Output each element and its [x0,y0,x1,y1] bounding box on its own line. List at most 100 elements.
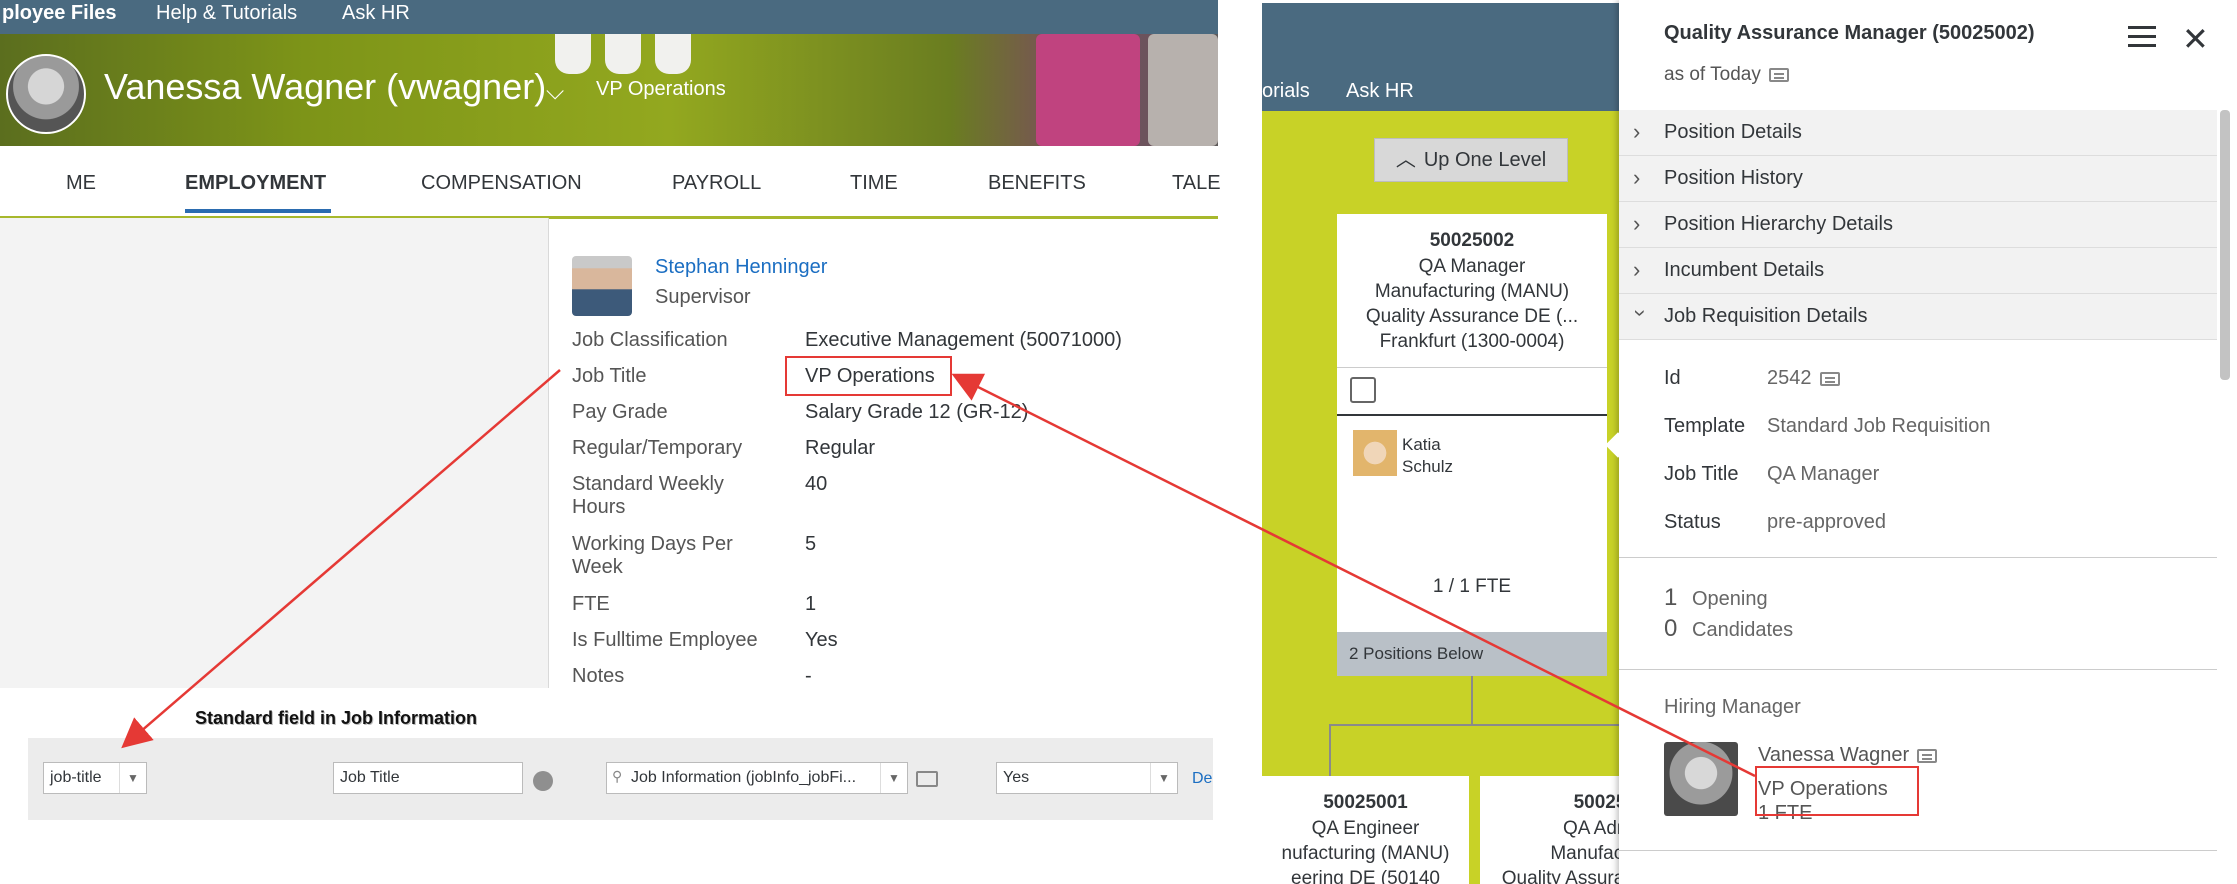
requisition-key: Status [1664,511,1721,533]
position-location: Frankfurt (1300-0004) [1379,331,1565,352]
hiring-manager-name[interactable]: Vanessa Wagner [1758,744,1938,767]
chevron-down-icon: ▼ [119,763,146,793]
requisition-id-value: 2542 [1767,367,1812,389]
nav-ask-hr[interactable]: Ask HR [342,2,410,25]
section-position-history[interactable]: › Position History [1619,156,2217,202]
tree-connector [1329,724,1629,726]
field-id-select[interactable]: job-title ▼ [43,762,147,794]
hiring-manager-label: Hiring Manager [1664,696,1801,718]
requisition-value: QA Manager [1767,463,1880,485]
position-code: 50025002 [1429,230,1515,251]
header-decoration [605,34,641,74]
tab-payroll[interactable]: PAYROLL [672,172,761,195]
position-department: nufacturing (MANU) [1281,843,1450,864]
field-label: Regular/Temporary [572,437,743,459]
incumbent-avatar[interactable] [1353,430,1397,476]
chevron-down-icon: ▼ [1150,763,1177,793]
hiring-manager-avatar[interactable] [1664,742,1738,816]
requisition-key: Template [1664,415,1746,437]
globe-icon[interactable] [533,771,553,791]
section-position-details[interactable]: › Position Details [1619,110,2217,156]
highlight-box [1755,766,1919,816]
job-requisition-icon[interactable] [1350,377,1376,403]
profile-job-title: VP Operations [596,78,726,100]
header-decoration [1148,34,1218,146]
enabled-value: Yes [1003,769,1030,786]
tab-compensation[interactable]: COMPENSATION [421,172,582,195]
field-value: Yes [805,629,838,651]
tab-employment[interactable]: EMPLOYMENT [185,172,326,195]
positions-below-label: 2 Positions Below [1349,644,1484,663]
up-one-level-button[interactable]: ︿ Up One Level [1374,138,1568,182]
profile-avatar[interactable] [6,54,86,134]
section-job-requisition[interactable]: › Job Requisition Details [1619,294,2217,340]
nav-help-tutorials[interactable]: Help & Tutorials [156,2,297,25]
section-position-hierarchy[interactable]: › Position Hierarchy Details [1619,202,2217,248]
section-label: Job Requisition Details [1664,305,1868,327]
child-position-card[interactable]: 50025001 QA Engineer nufacturing (MANU) … [1262,776,1469,884]
field-label: Pay Grade [572,401,668,423]
position-title: QA Manager [1418,256,1526,277]
position-department: Manufacturing (MANU) [1374,281,1570,302]
panel-title: Quality Assurance Manager (50025002) [1664,22,2035,44]
supervisor-avatar[interactable] [572,256,632,316]
contact-card-icon[interactable] [1917,748,1938,763]
profile-tabs: ME EMPLOYMENT COMPENSATION PAYROLL TIME … [0,146,1221,219]
chevron-right-icon: › [1633,165,1641,190]
search-icon: ⚲ [612,768,623,784]
field-value: Executive Management (50071000) [805,329,1122,351]
tab-time[interactable]: TIME [850,172,898,195]
divider [1619,850,2217,851]
chevron-down-icon[interactable]: ⌵ [546,78,564,106]
tab-talent[interactable]: TALE [1172,172,1221,195]
field-value: - [805,665,812,687]
details-card-icon[interactable] [916,771,938,787]
candidates-count: 0 [1664,615,1678,642]
details-card-icon[interactable] [1819,371,1840,386]
field-value: 5 [805,533,817,555]
active-tab-indicator [185,209,331,213]
incumbent-last-name: Schulz [1402,457,1454,476]
incumbent-first-name: Katia [1402,435,1441,454]
field-label: Is Fulltime Employee [572,629,758,651]
section-incumbent-details[interactable]: › Incumbent Details [1619,248,2217,294]
nav-help-tutorials[interactable]: orials [1262,80,1310,103]
field-label-input[interactable]: Job Title [333,762,523,794]
source-select[interactable]: ⚲ Job Information (jobInfo_jobFi... ▼ [606,762,908,794]
tab-me[interactable]: ME [66,172,96,195]
tab-benefits[interactable]: BENEFITS [988,172,1086,195]
position-division: Quality Assurance DE (... [1365,306,1579,327]
org-chart-topbar [1262,3,1622,111]
section-label: Position Hierarchy Details [1664,213,1893,235]
positions-below-link[interactable]: 2 Positions Below [1337,632,1607,676]
hiring-manager-name-text: Vanessa Wagner [1758,744,1910,766]
requisition-key: Id [1664,367,1681,389]
field-label: FTE [572,593,610,615]
scrollbar[interactable] [2220,110,2230,380]
field-label: Working Days Per Week [572,533,733,578]
chevron-right-icon: › [1633,119,1641,144]
section-label: Incumbent Details [1664,259,1825,281]
candidates-label: Candidates [1692,619,1794,641]
annotation-label: Standard field in Job Information [195,708,478,728]
openings-label: Opening [1692,588,1768,610]
close-icon[interactable]: ✕ [2182,20,2209,58]
requisition-key: Job Title [1664,463,1739,485]
section-label: Position Details [1664,121,1802,143]
field-value: 1 [805,593,817,615]
top-navigation-bar: ployee Files Help & Tutorials Ask HR [0,0,1218,34]
profile-name: Vanessa Wagner (vwagner) [104,66,547,107]
menu-icon[interactable] [2128,26,2156,48]
enabled-select[interactable]: Yes ▼ [996,762,1178,794]
fte-count: 1 / 1 FTE [1432,576,1512,597]
chevron-down-icon: ▼ [880,763,907,793]
field-label: Job Title [572,365,647,387]
supervisor-name-link[interactable]: Stephan Henninger [655,256,827,279]
header-decoration [1036,34,1140,146]
nav-ask-hr[interactable]: Ask HR [1346,80,1414,103]
nav-employee-files[interactable]: ployee Files [2,2,117,25]
header-decoration [555,34,591,74]
up-one-level-label: Up One Level [1423,149,1547,171]
calendar-card-icon[interactable] [1768,67,1789,82]
details-link[interactable]: De [1192,770,1212,788]
